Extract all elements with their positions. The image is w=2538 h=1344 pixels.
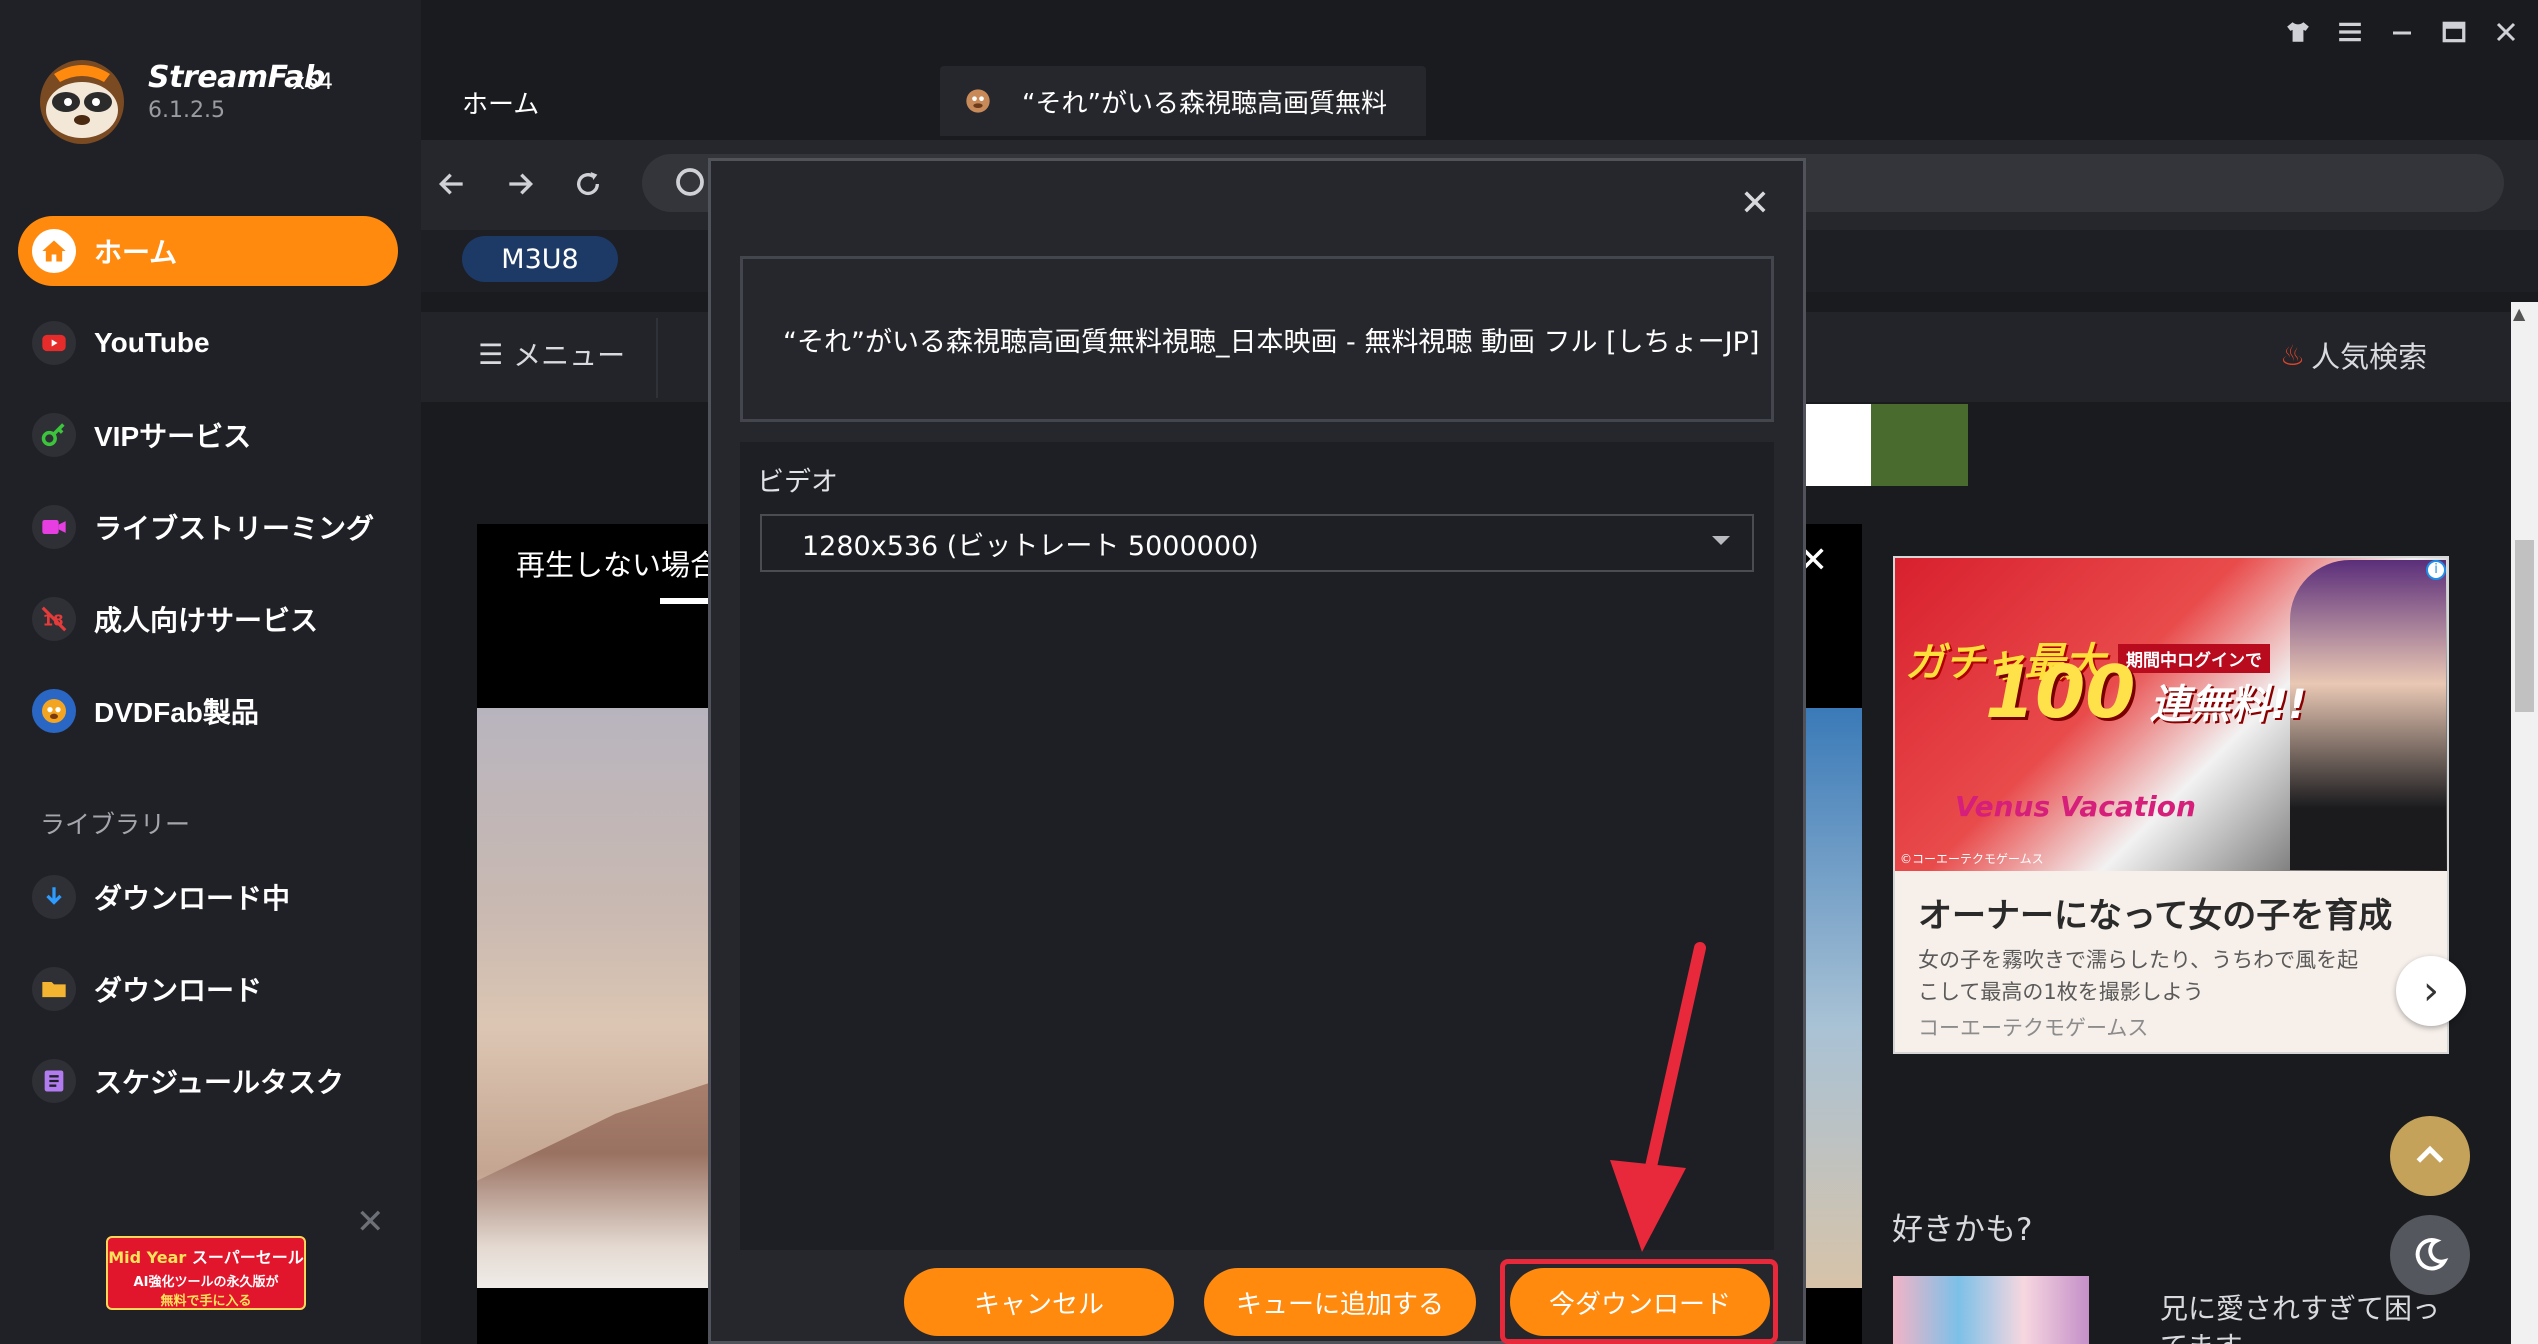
video-quality-select[interactable]: 1280x536 (ビットレート 5000000) <box>760 514 1754 572</box>
site-menu-label: メニュー <box>513 339 626 372</box>
promo-line3: 無料で手に入る <box>160 1294 252 1309</box>
sidebar-item-live[interactable]: ライブストリーミング <box>18 492 398 562</box>
promo-close-icon[interactable]: ✕ <box>356 1202 385 1242</box>
scrollbar-thumb[interactable] <box>2515 540 2534 712</box>
app-version: 6.1.2.5 <box>148 98 225 123</box>
download-arrow-icon <box>32 875 76 919</box>
tab-home[interactable]: ホーム <box>462 84 539 121</box>
schedule-list-icon <box>32 1059 76 1103</box>
ad-company: コーエーテクモゲームス <box>1918 1016 2149 1040</box>
ad-description: 女の子を霧吹きで濡らしたり、うちわで風を起こして最高の1枚を撮影しよう <box>1918 948 2359 1004</box>
dialog-video-title: “それ”がいる森視聴高画質無料視聴_日本映画 - 無料視聴 動画 フル [しちょ… <box>783 326 1760 358</box>
youtube-icon <box>32 321 76 365</box>
app-arch: x64 <box>292 70 334 95</box>
hamburger-menu-icon[interactable] <box>2330 14 2370 50</box>
tab-title: “それ”がいる森視聴高画質無料 <box>1022 88 1387 119</box>
ad-100-text: 100 <box>1985 650 2136 734</box>
sidebar-item-downloading[interactable]: ダウンロード中 <box>18 862 398 932</box>
dvdfab-logo-icon <box>32 689 76 733</box>
ad-next-chevron-icon[interactable]: › <box>2396 956 2466 1026</box>
site-favicon-icon <box>966 89 990 113</box>
sidebar-item-label: ホーム <box>94 237 178 268</box>
video-label: ビデオ <box>757 467 838 498</box>
dialog-close-icon[interactable]: ✕ <box>1738 183 1772 224</box>
window-close-icon[interactable] <box>2486 14 2526 50</box>
home-icon <box>32 229 76 273</box>
divider <box>656 318 658 398</box>
sidebar-item-dvdfab[interactable]: DVDFab製品 <box>18 676 398 746</box>
camera-icon <box>32 505 76 549</box>
skin-shirt-icon[interactable] <box>2278 14 2318 50</box>
search-icon <box>676 168 704 196</box>
sidebar-item-label: DVDFab製品 <box>94 697 259 728</box>
chevron-down-icon[interactable] <box>1712 536 1730 545</box>
flame-icon: ♨ <box>2280 338 2306 372</box>
site-menu-button[interactable]: ☰ メニュー <box>478 334 625 374</box>
ad-character-image <box>2290 560 2446 870</box>
title-bar <box>421 0 2538 140</box>
sloth-logo-icon <box>40 60 124 144</box>
chevron-up-icon <box>2416 1145 2444 1163</box>
sidebar-item-vip[interactable]: VIPサービス <box>18 400 398 470</box>
promo-line2: AI強化ツールの永久版が <box>133 1275 279 1290</box>
sidebar-item-label: ダウンロード中 <box>94 883 291 914</box>
video-frame-side <box>1806 708 1862 1288</box>
reload-icon[interactable] <box>564 160 612 208</box>
player-tab-indicator <box>660 598 710 604</box>
sidebar-item-label: ライブストリーミング <box>94 513 375 544</box>
add-to-queue-button[interactable]: キューに追加する <box>1204 1268 1476 1336</box>
sidebar-item-home[interactable]: ホーム <box>18 216 398 286</box>
sidebar-item-label: YouTube <box>94 327 210 358</box>
page-scrollbar[interactable] <box>2511 302 2538 1344</box>
scroll-up-arrow-icon[interactable]: ▲ <box>2513 304 2525 323</box>
thumbnail-image[interactable] <box>1806 404 1968 486</box>
annotation-arrow-icon <box>1610 942 1706 1252</box>
maximize-icon[interactable] <box>2434 14 2474 50</box>
ad-badge: 期間中ログインで <box>2118 644 2270 673</box>
key-icon <box>32 413 76 457</box>
hamburger-icon: ☰ <box>478 337 504 371</box>
back-arrow-icon[interactable] <box>428 160 476 208</box>
sidebar-item-label: 成人向けサービス <box>94 605 319 636</box>
ad-copyright: ©コーエーテクモゲームス <box>1900 852 2044 866</box>
library-section-title: ライブラリー <box>40 810 191 839</box>
promo-banner[interactable]: Mid Year スーパーセール AI強化ツールの永久版が 無料で手に入る <box>106 1236 306 1310</box>
sidebar <box>0 0 421 1344</box>
promo-line1-b: スーパーセール <box>191 1248 304 1267</box>
ad-free-text: 連無料!! <box>2150 682 2307 728</box>
tab-active-page[interactable]: “それ”がいる森視聴高画質無料 <box>940 66 1426 136</box>
minimize-icon[interactable] <box>2382 14 2422 50</box>
sidebar-item-label: VIPサービス <box>94 421 252 452</box>
ad-info-icon[interactable]: i <box>2426 560 2446 580</box>
hot-search-link[interactable]: ♨ 人気検索 <box>2280 334 2427 376</box>
sidebar-item-youtube[interactable]: YouTube <box>18 308 398 378</box>
sidebar-item-label: スケジュールタスク <box>94 1067 345 1098</box>
adult-18-icon: 18 <box>32 597 76 641</box>
ad-title[interactable]: オーナーになって女の子を育成 <box>1918 888 2392 937</box>
ad-game-logo: Venus Vacation <box>1955 790 2196 823</box>
recommend-thumbnail[interactable] <box>1893 1276 2089 1344</box>
recommend-item-title[interactable]: 兄に愛されすぎて困ってます <box>2160 1290 2460 1344</box>
sidebar-item-downloaded[interactable]: ダウンロード <box>18 954 398 1024</box>
folder-icon <box>32 967 76 1011</box>
dialog-title-box: “それ”がいる森視聴高画質無料視聴_日本映画 - 無料視聴 動画 フル [しちょ… <box>740 256 1774 422</box>
video-quality-value: 1280x536 (ビットレート 5000000) <box>802 530 1259 562</box>
cancel-button[interactable]: キャンセル <box>904 1268 1174 1336</box>
hot-search-label: 人気検索 <box>2311 340 2428 374</box>
sidebar-item-adult[interactable]: 18 成人向けサービス <box>18 584 398 654</box>
sidebar-item-schedule[interactable]: スケジュールタスク <box>18 1046 398 1116</box>
m3u8-tag-button[interactable]: M3U8 <box>462 236 618 282</box>
dark-mode-button[interactable] <box>2390 1215 2470 1295</box>
player-message: 再生しない場合 <box>516 548 720 582</box>
recommend-section-title: 好きかも? <box>1892 1212 2033 1248</box>
scroll-top-button[interactable] <box>2390 1116 2470 1196</box>
moon-icon <box>2415 1238 2449 1271</box>
sidebar-item-label: ダウンロード <box>94 975 263 1006</box>
highlight-box <box>1500 1259 1778 1344</box>
promo-line1-a: Mid Year <box>108 1248 187 1267</box>
forward-arrow-icon[interactable] <box>496 160 544 208</box>
